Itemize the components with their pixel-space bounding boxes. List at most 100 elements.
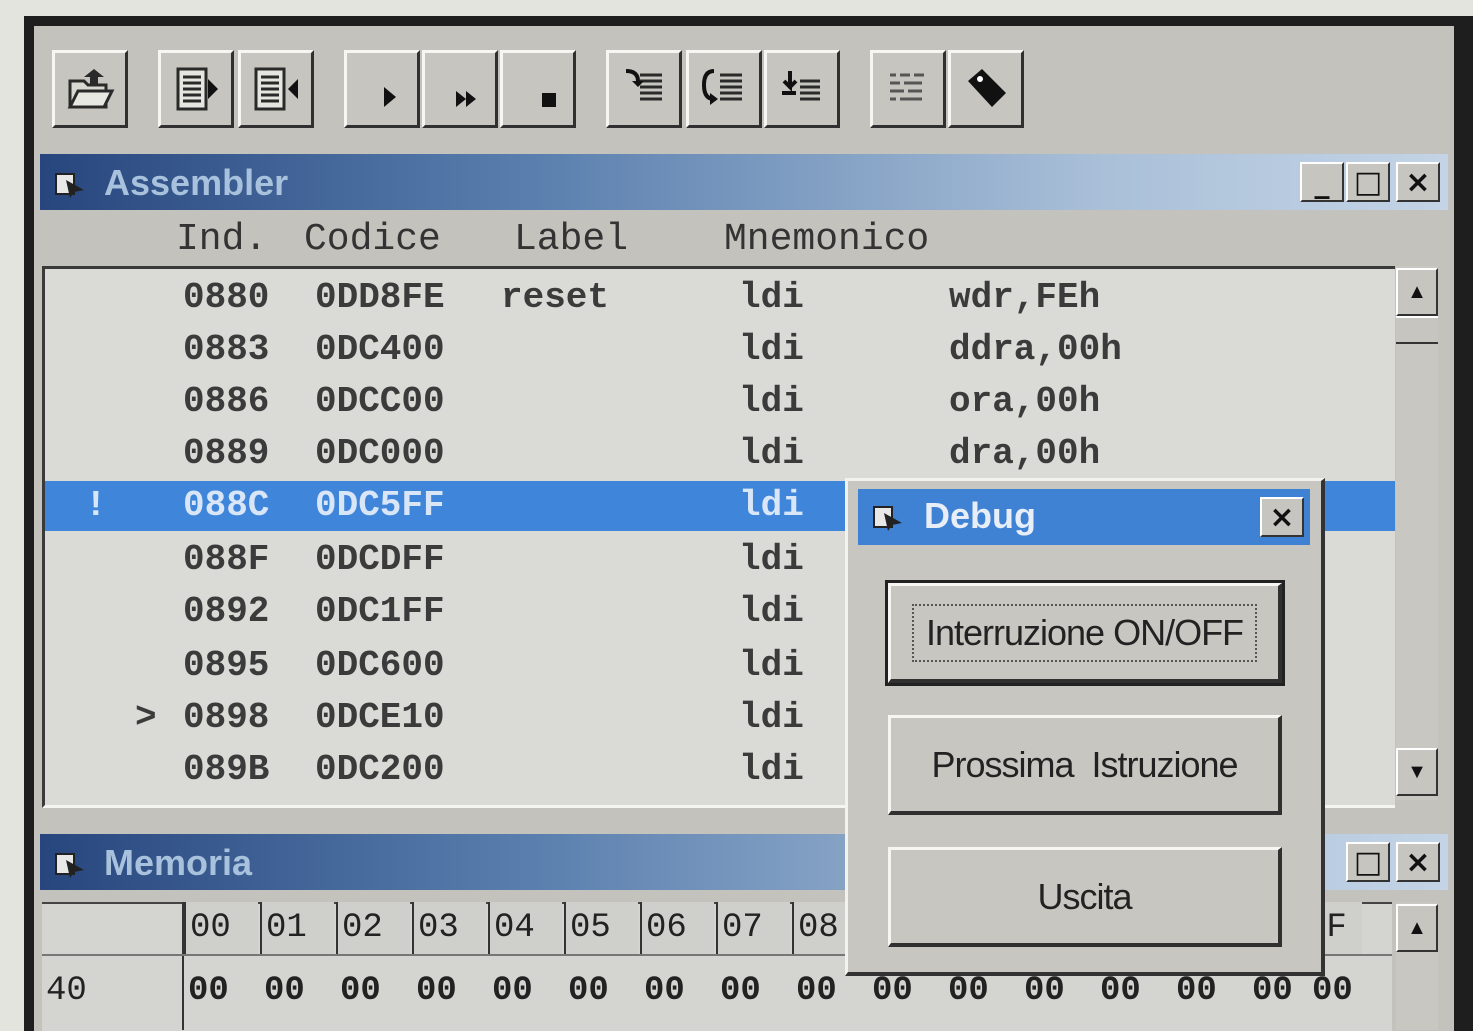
debug-close-button[interactable]: ×: [1260, 497, 1304, 537]
row-codice: 0DCDFF: [315, 539, 445, 580]
memory-cell[interactable]: 00: [264, 972, 305, 1010]
open-folder-button[interactable]: [52, 50, 128, 128]
debug-dialog: Debug × Interruzione ON/OFF Prossima Ist…: [845, 478, 1325, 976]
row-operand: ora,00h: [949, 381, 1101, 422]
jump-icon: [701, 69, 742, 105]
memory-cell[interactable]: 00: [948, 972, 989, 1010]
scroll-down-arrow-icon[interactable]: ▼: [1396, 748, 1438, 796]
memory-cell[interactable]: 00: [644, 972, 685, 1010]
run-button[interactable]: [344, 50, 420, 128]
listing-row[interactable]: 0880 0DD8FE reset ldi wdr,FEh: [45, 273, 1395, 323]
step-into-icon: [176, 67, 218, 111]
column-header-ind[interactable]: Ind.: [176, 218, 267, 261]
step-out-button[interactable]: [238, 50, 314, 128]
memory-cell[interactable]: 00: [416, 972, 457, 1010]
memory-cell[interactable]: 00: [492, 972, 533, 1010]
breakpoint-icon: [626, 69, 662, 101]
play-icon: [384, 87, 396, 107]
assembler-title: Assembler: [104, 162, 289, 203]
listing-row[interactable]: 0886 0DCC00 ldi ora,00h: [45, 377, 1395, 427]
stop-icon: [542, 93, 556, 107]
step-over-button[interactable]: [764, 50, 840, 128]
row-ind: 088C: [183, 485, 270, 526]
assembler-app-icon: [55, 173, 84, 198]
row-codice: 0DC200: [315, 749, 445, 790]
interruzione-label: Interruzione ON/OFF: [911, 603, 1258, 662]
row-mnemonic: ldi: [739, 645, 804, 686]
column-header-mnemonico[interactable]: Mnemonico: [724, 218, 929, 261]
prossima-istruzione-button[interactable]: Prossima Istruzione: [888, 715, 1282, 815]
memory-col-header: 01: [260, 902, 334, 954]
assembler-scrollbar[interactable]: ▲ ▼: [1396, 266, 1438, 800]
breakpoint-button[interactable]: [606, 50, 682, 128]
row-mnemonic: ldi: [739, 749, 804, 790]
row-mnemonic: ldi: [739, 539, 804, 580]
memory-col-header: 06: [640, 902, 714, 954]
row-mnemonic: ldi: [739, 697, 804, 738]
row-codice: 0DC600: [315, 645, 445, 686]
row-ind: 0898: [183, 697, 270, 738]
row-mnemonic: ldi: [739, 329, 804, 370]
step-out-icon: [254, 67, 298, 111]
memory-cell[interactable]: 00: [1252, 972, 1293, 1010]
debug-app-icon: [873, 506, 902, 531]
memory-cell[interactable]: 00: [1024, 972, 1065, 1010]
memory-cell[interactable]: 00: [872, 972, 913, 1010]
memory-cell[interactable]: 00: [796, 972, 837, 1010]
stop-button[interactable]: [500, 50, 576, 128]
row-codice: 0DC400: [315, 329, 445, 370]
row-mnemonic: ldi: [739, 277, 804, 318]
memory-col-header: 05: [564, 902, 638, 954]
scroll-up-arrow-icon[interactable]: ▲: [1396, 268, 1438, 316]
row-mnemonic: ldi: [739, 485, 804, 526]
application-window: Assembler _ □ × Ind. Codice Label Mnemon…: [34, 26, 1454, 1031]
memoria-maximize-button[interactable]: □: [1346, 842, 1390, 882]
uscita-label: Uscita: [1037, 875, 1132, 917]
row-ind: 089B: [183, 749, 270, 790]
memory-cell[interactable]: 00: [1312, 972, 1353, 1010]
row-ind: 0886: [183, 381, 270, 422]
list-icon: [890, 73, 924, 101]
memory-col-header: 03: [412, 902, 486, 954]
fast-forward-button[interactable]: [422, 50, 498, 128]
memory-scroll-up-arrow-icon[interactable]: ▲: [1396, 904, 1438, 952]
row-ind: 0883: [183, 329, 270, 370]
fast-forward-icon: [456, 91, 476, 107]
memory-col-header: 04: [488, 902, 562, 954]
interruzione-button[interactable]: Interruzione ON/OFF: [885, 580, 1285, 686]
minimize-button[interactable]: _: [1300, 162, 1344, 202]
memoria-close-button[interactable]: ×: [1396, 842, 1440, 882]
memoria-scrollbar[interactable]: ▲: [1396, 902, 1438, 1030]
row-codice: 0DCE10: [315, 697, 445, 738]
column-header-codice[interactable]: Codice: [304, 218, 441, 261]
scroll-thumb[interactable]: [1396, 316, 1438, 344]
memory-cell[interactable]: 00: [1176, 972, 1217, 1010]
row-operand: wdr,FEh: [949, 277, 1101, 318]
debug-titlebar[interactable]: Debug ×: [858, 489, 1310, 545]
row-marker: !: [85, 485, 107, 526]
row-ind: 0880: [183, 277, 270, 318]
close-button[interactable]: ×: [1396, 162, 1440, 202]
uscita-button[interactable]: Uscita: [888, 847, 1282, 947]
memory-col-header: 07: [716, 902, 790, 954]
assembler-titlebar[interactable]: Assembler _ □ ×: [40, 154, 1448, 210]
row-operand: dra,00h: [949, 433, 1101, 474]
listing-row[interactable]: 0889 0DC000 ldi dra,00h: [45, 429, 1395, 479]
jump-button[interactable]: [686, 50, 762, 128]
memory-cell[interactable]: 00: [720, 972, 761, 1010]
row-codice: 0DC5FF: [315, 485, 445, 526]
maximize-button[interactable]: □: [1346, 162, 1390, 202]
column-header-label[interactable]: Label: [514, 218, 628, 261]
tag-button[interactable]: [948, 50, 1024, 128]
listing-row[interactable]: 0883 0DC400 ldi ddra,00h: [45, 325, 1395, 375]
row-ind: 088F: [183, 539, 270, 580]
memory-cell[interactable]: 00: [340, 972, 381, 1010]
memory-cell[interactable]: 00: [188, 972, 229, 1010]
memory-cell[interactable]: 00: [568, 972, 609, 1010]
row-ind: 0889: [183, 433, 270, 474]
memory-cell[interactable]: 00: [1100, 972, 1141, 1010]
tag-icon: [968, 69, 1006, 107]
step-into-button[interactable]: [158, 50, 234, 128]
row-mnemonic: ldi: [739, 591, 804, 632]
watch-list-button[interactable]: [870, 50, 946, 128]
